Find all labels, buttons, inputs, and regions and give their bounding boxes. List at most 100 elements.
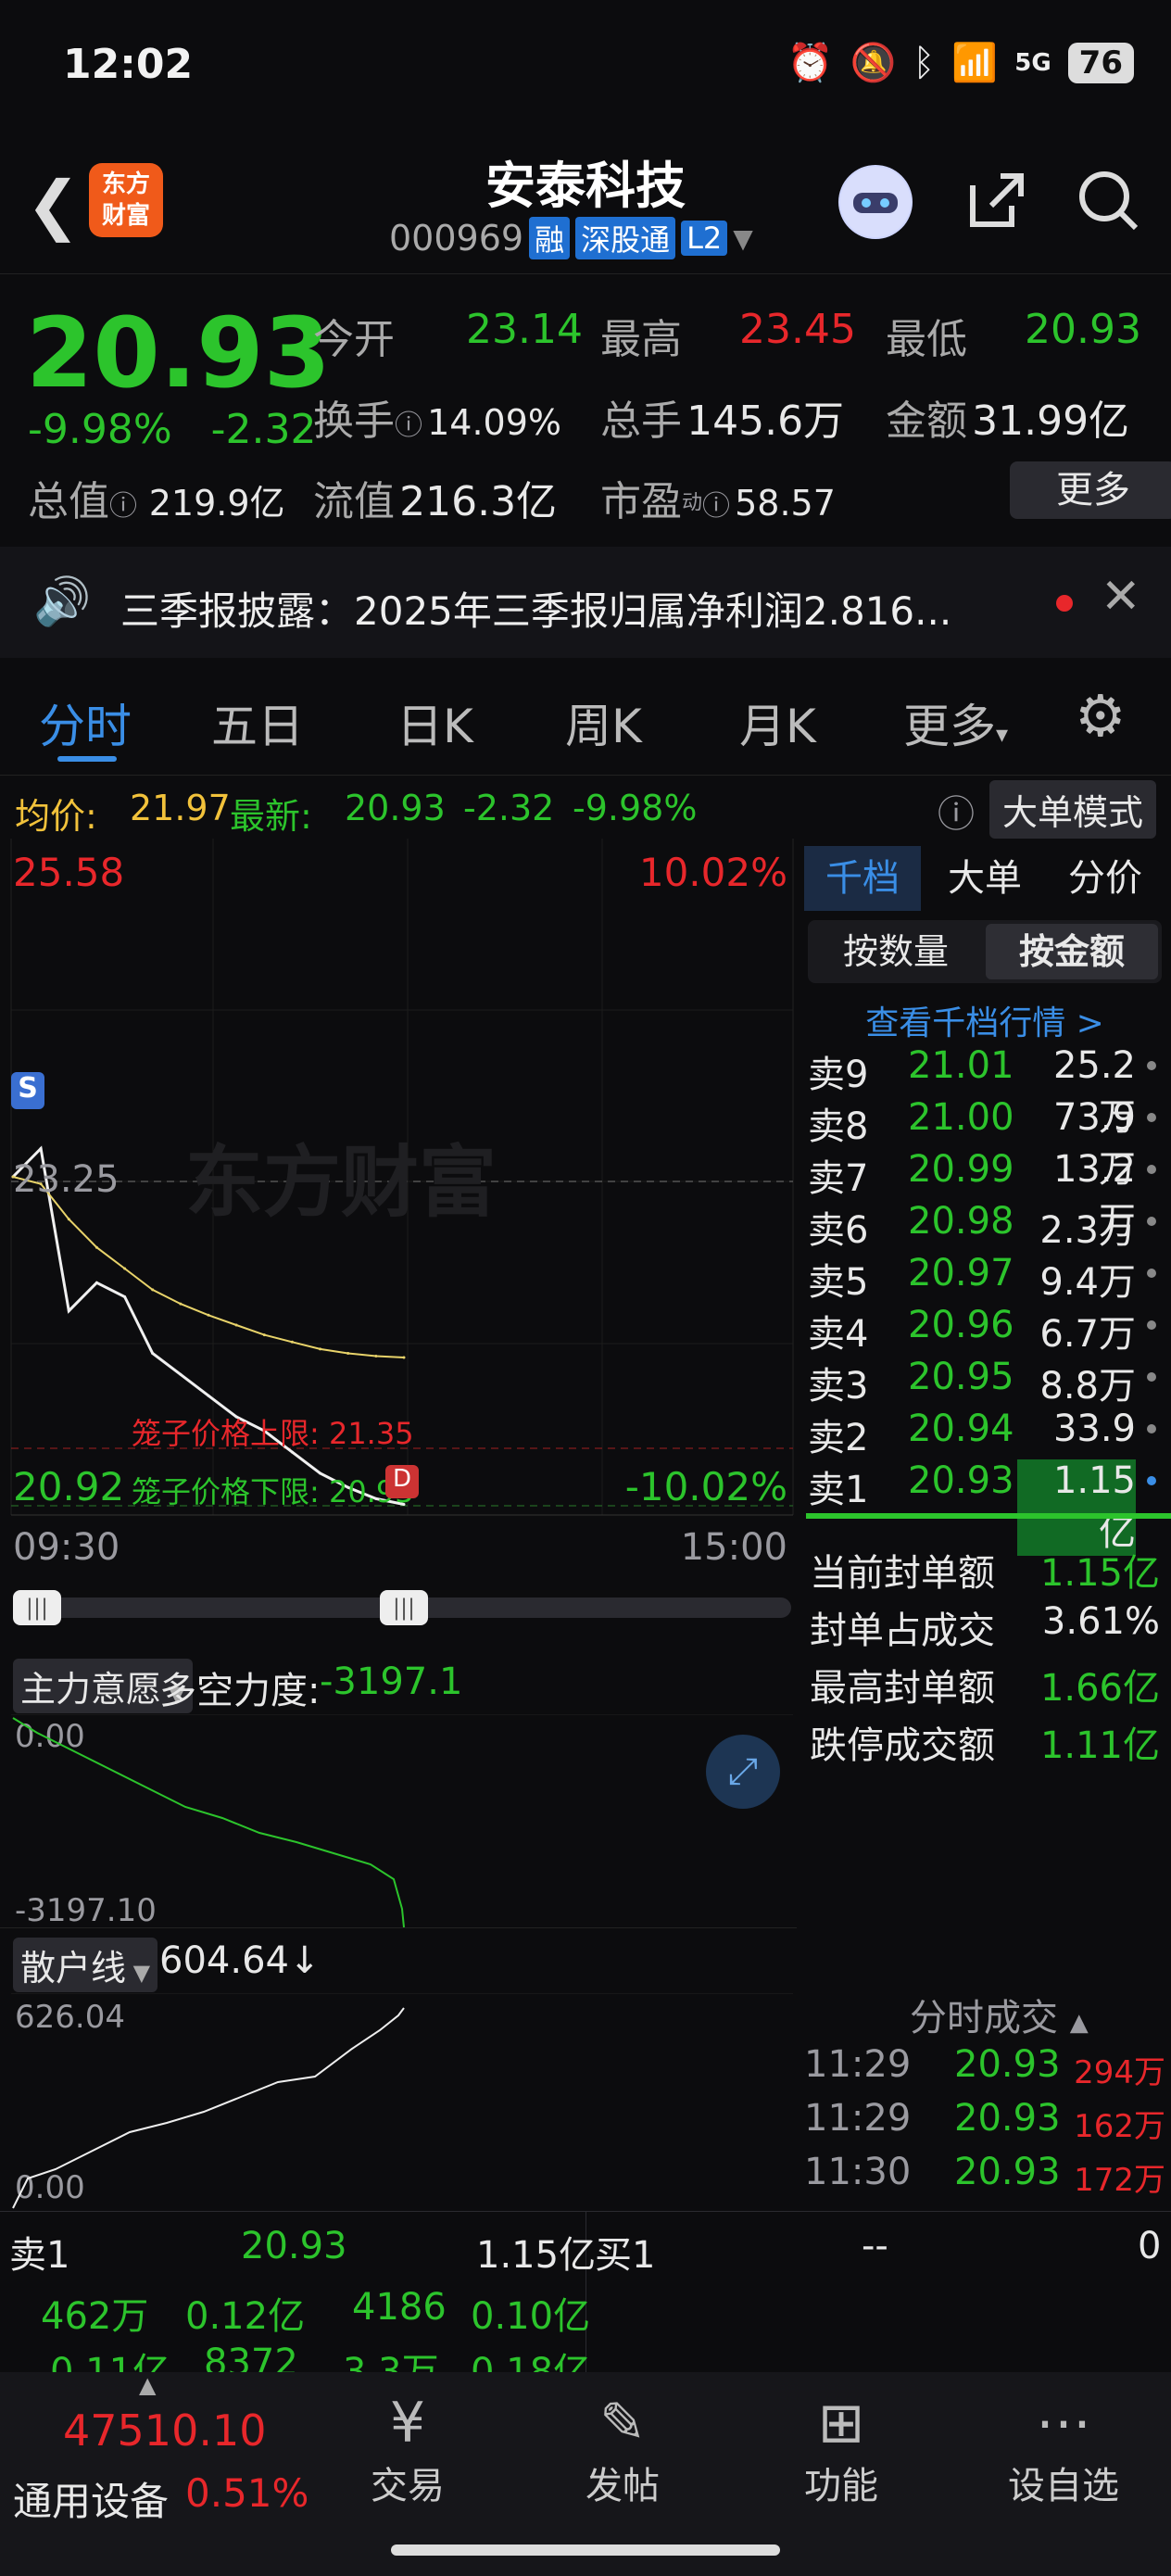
ob-tab-price-dist[interactable]: 分价	[1047, 846, 1164, 911]
nav-trade[interactable]: ¥ 交易	[352, 2391, 463, 2509]
seal-stat-value: 1.15亿	[1039, 1552, 1160, 1595]
more-button[interactable]: 更多	[1010, 461, 1171, 519]
ai-assistant-icon[interactable]	[838, 165, 913, 239]
mktcap-value: 219.9亿	[148, 483, 285, 524]
latest-change: -2.32	[463, 788, 555, 828]
chart-tabs: 分时 五日 日K 周K 月K 更多▾ ⚙	[0, 663, 1171, 776]
big-order-mode-button[interactable]: 大单模式	[989, 780, 1157, 839]
trades-title-label: 分时成交	[910, 1997, 1058, 2039]
share-icon[interactable]	[963, 167, 1030, 248]
ask-row[interactable]: 卖3 20.95 8.8万	[799, 1356, 1171, 1408]
tag-connect: 深股通	[575, 217, 676, 259]
trade-row: 11:30 20.93 172万	[799, 2151, 1171, 2203]
latest-value: 20.93	[345, 788, 446, 828]
trade-row: 11:29 20.93 294万	[799, 2043, 1171, 2095]
strip-cell: 4186	[352, 2286, 447, 2329]
ask-label: 卖5	[808, 1261, 869, 1304]
ob-subtab-quantity[interactable]: 按数量	[808, 920, 984, 983]
battery-icon: 76	[1067, 42, 1134, 83]
series-point	[94, 1281, 98, 1284]
tab-five-day[interactable]: 五日	[211, 689, 304, 756]
nav-apps[interactable]: ⊞ 功能	[786, 2391, 897, 2509]
nav-post[interactable]: ✎ 发帖	[567, 2391, 678, 2509]
speaker-icon: 🔊	[33, 575, 92, 628]
search-icon[interactable]	[1075, 167, 1141, 248]
change-value: -2.32	[210, 406, 317, 453]
ask-divider	[806, 1513, 1171, 1519]
status-icons: ⏰ 🔕 ᛒ 📶 5G 76	[787, 41, 1134, 84]
cage-lower-label: 笼子价格下限: 20.93	[132, 1474, 414, 1509]
nav-watchlist-label: 设自选	[1008, 2465, 1119, 2507]
ask-dot	[1147, 1372, 1156, 1382]
ask-row[interactable]: 卖1 20.93 1.15亿	[799, 1459, 1171, 1556]
trades-title[interactable]: 分时成交 ▲	[910, 1988, 1089, 2041]
price-info-bar: 均价: 21.97 最新: 20.93 -2.32 -9.98% ⓘ 大单模式	[0, 778, 1171, 839]
news-text: 三季报披露：2025年三季报归属净利润2.816...	[120, 588, 952, 634]
chevron-up-icon[interactable]: ▲	[139, 2372, 156, 2398]
open-label: 今开	[313, 316, 395, 363]
ask-row[interactable]: 卖7 20.99 13.2万	[799, 1148, 1171, 1243]
ask-label: 卖8	[808, 1105, 869, 1148]
trade-time: 11:30	[804, 2151, 912, 2193]
nav-watchlist[interactable]: ⋯ 设自选	[989, 2391, 1138, 2509]
ask-row[interactable]: 卖9 21.01 25.2万	[799, 1044, 1171, 1139]
expand-icon[interactable]: ⤢	[706, 1735, 780, 1809]
ask-price: 20.98	[908, 1200, 1014, 1243]
ask-row[interactable]: 卖6 20.98 2.3万	[799, 1200, 1171, 1252]
seal-stat-row: 封单占成交 3.61%	[799, 1600, 1171, 1652]
tab-more[interactable]: 更多▾	[903, 689, 1008, 756]
index-value[interactable]: 47510.10	[63, 2406, 267, 2456]
tab-daily-k[interactable]: 日K	[397, 689, 473, 756]
trade-icon: ¥	[389, 2391, 426, 2456]
series-point	[39, 1147, 43, 1150]
news-ticker[interactable]: 🔊 三季报披露：2025年三季报归属净利润2.816... ✕	[0, 547, 1171, 658]
tab-intraday[interactable]: 分时	[39, 689, 132, 756]
low-label: 最低	[886, 316, 967, 363]
marker-d[interactable]: D	[385, 1465, 419, 1498]
trade-amount: 172万	[1074, 2162, 1165, 2199]
indicator-main-force: 主力意愿 ▼ 多空力度: -3197.1 0.00 -3197.10 ⤢	[0, 1649, 797, 1929]
series-point	[123, 1267, 127, 1270]
stock-code-row[interactable]: 000969 融 深股通 L2 ▼	[389, 217, 753, 259]
ask-label: 卖6	[808, 1209, 869, 1252]
slider-handle-right[interactable]: |||	[380, 1590, 428, 1625]
tag-margin: 融	[529, 217, 571, 259]
ob-depth-link[interactable]: 查看千档行情 >	[799, 996, 1171, 1044]
strip-sell-price: 20.93	[241, 2225, 347, 2267]
ask-row[interactable]: 卖5 20.97 9.4万	[799, 1252, 1171, 1304]
intraday-chart[interactable]: 东方财富 25.58 10.02% 23.25 20.92 -10.02% 笼子…	[0, 839, 797, 1589]
indicator-retail: 散户线 ▼ 604.64↓ 626.04 0.00	[0, 1927, 797, 2216]
bottom-price-label: 20.92	[13, 1464, 125, 1509]
avg-label: 均价:	[15, 796, 97, 837]
ob-subtab-amount[interactable]: 按金额	[986, 924, 1158, 979]
ask-label: 卖7	[808, 1157, 869, 1200]
status-bar: 12:02 ⏰ 🔕 ᛒ 📶 5G 76	[0, 0, 1171, 139]
slider-handle-left[interactable]: |||	[13, 1590, 61, 1625]
trade-time: 11:29	[804, 2097, 912, 2140]
tab-monthly-k[interactable]: 月K	[739, 689, 816, 756]
series-point	[290, 1340, 294, 1344]
ask-row[interactable]: 卖8 21.00 73.9万	[799, 1096, 1171, 1191]
gear-icon[interactable]: ⚙	[1075, 682, 1127, 750]
indicator2-dropdown[interactable]: 散户线 ▼	[13, 1938, 158, 1992]
bluetooth-icon: ᛒ	[913, 41, 936, 84]
ask-dot	[1147, 1165, 1156, 1174]
tab-weekly-k[interactable]: 周K	[565, 689, 642, 756]
ask-dot	[1147, 1061, 1156, 1070]
apps-icon: ⊞	[817, 2391, 865, 2456]
ask-row[interactable]: 卖220.9433.9万	[799, 1408, 1171, 1502]
strip-cell: 462万	[41, 2295, 149, 2338]
ob-tab-depth[interactable]: 千档	[804, 846, 921, 911]
sell-marker-s[interactable]: S	[11, 1072, 44, 1109]
strip-buy-price: --	[862, 2225, 888, 2267]
time-range-slider[interactable]: ||| |||	[13, 1590, 791, 1625]
index-name[interactable]: 通用设备	[13, 2470, 169, 2527]
volume-value: 145.6万	[686, 398, 845, 445]
help-icon[interactable]: ⓘ	[938, 784, 975, 838]
ob-tab-big-orders[interactable]: 大单	[926, 846, 1043, 911]
series-point	[67, 1218, 70, 1221]
seal-stat-row: 跌停成交额 1.11亿	[799, 1715, 1171, 1767]
ask-row[interactable]: 卖4 20.96 6.7万	[799, 1304, 1171, 1356]
close-icon[interactable]: ✕	[1101, 569, 1141, 625]
stock-header: ❮ 东方 财富 安泰科技 000969 融 深股通 L2 ▼	[0, 139, 1171, 274]
